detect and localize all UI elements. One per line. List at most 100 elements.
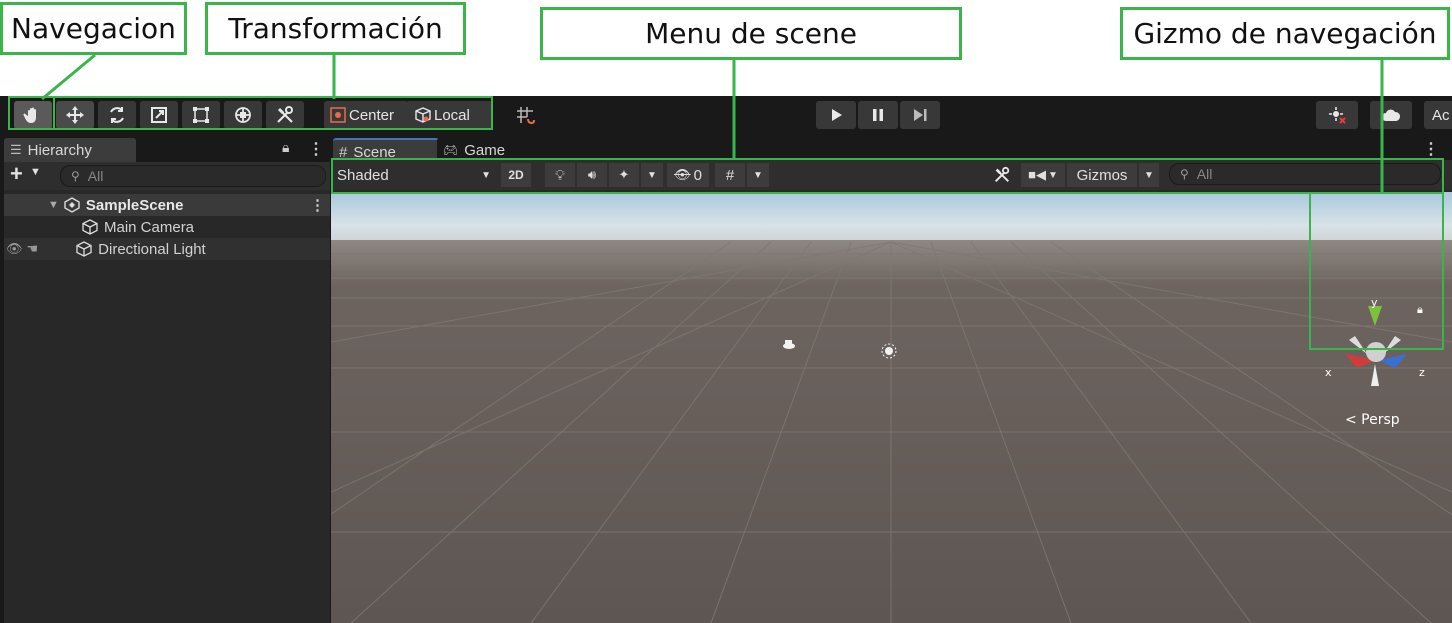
list-icon: ☰: [10, 142, 22, 157]
hidden-objects-toggle[interactable]: 👁︎ 0: [667, 163, 709, 187]
custom-tool-button[interactable]: [266, 101, 304, 129]
pause-button[interactable]: [858, 101, 898, 129]
hand-icon: [23, 107, 36, 123]
hierarchy-tab-bar: ☰ Hierarchy 🔒︎ ⋮: [4, 136, 330, 162]
unity-editor: Center Local Ac ☰ Hierarchy 🔒︎ ⋮ + ▼ ⚲ A…: [0, 96, 1452, 623]
grid-toggle[interactable]: #: [715, 163, 745, 187]
rotate-icon: [110, 107, 124, 123]
grid-snap-icon: [517, 107, 535, 125]
navigation-gizmo[interactable]: y x z < Persp: [1315, 296, 1435, 436]
effects-toggle[interactable]: ✦: [609, 163, 639, 187]
scene-search-input[interactable]: ⚲ All: [1169, 163, 1441, 185]
hierarchy-item-label: Directional Light: [98, 240, 206, 258]
step-icon: [914, 109, 927, 121]
pivot-local-button[interactable]: Local: [406, 101, 492, 129]
shading-mode-label: Shaded: [337, 166, 389, 184]
scene-search-placeholder: All: [1196, 166, 1213, 182]
callout-menu-scene: Menu de scene: [540, 7, 962, 60]
scene-tab-bar: # Scene 🎮︎ Game ⋮: [331, 136, 1452, 164]
rect-icon: [193, 107, 209, 123]
play-icon: [832, 109, 842, 121]
scene-row[interactable]: ▼ SampleScene ⋮: [4, 194, 330, 216]
account-button[interactable]: Ac: [1424, 101, 1452, 129]
hierarchy-search-placeholder: All: [87, 168, 104, 184]
main-toolbar: Center Local Ac: [0, 96, 1452, 136]
speaker-icon: 🔊︎: [587, 167, 597, 182]
kebab-menu-icon[interactable]: ⋮: [308, 139, 324, 159]
chevron-down-icon: ▼: [481, 169, 491, 181]
eye-hidden-icon: 👁︎: [674, 167, 691, 182]
tools-icon: [994, 166, 1010, 183]
lock-icon[interactable]: 🔒︎: [282, 139, 289, 156]
hand-tool-button[interactable]: [14, 101, 52, 129]
tab-game[interactable]: 🎮︎ Game: [437, 138, 533, 162]
visibility-eye-icon[interactable]: 👁︎: [6, 241, 23, 257]
toggle-2d-button[interactable]: 2D: [501, 163, 531, 187]
scene-tools-button[interactable]: [987, 163, 1017, 187]
hierarchy-search-input[interactable]: ⚲ All: [60, 165, 326, 187]
tab-game-label: Game: [464, 141, 506, 159]
expand-arrow-icon[interactable]: ▼: [48, 199, 59, 211]
grid-dropdown[interactable]: ▼: [747, 163, 769, 187]
cube-icon: [76, 241, 92, 257]
search-icon: ⚲: [71, 169, 80, 183]
camera-settings-button[interactable]: ■◀ ▼: [1021, 163, 1065, 187]
projection-label[interactable]: < Persp: [1345, 412, 1400, 428]
gizmos-label: Gizmos: [1076, 166, 1128, 184]
scene-menu-icon[interactable]: ⋮: [310, 196, 325, 214]
add-dropdown-icon[interactable]: ▼: [30, 166, 41, 178]
gizmo-y-label: y: [1371, 296, 1378, 309]
callout-navegacion: Navegacion: [0, 2, 187, 55]
gizmos-button[interactable]: Gizmos: [1067, 163, 1137, 187]
callout-gizmo: Gizmo de navegación: [1120, 7, 1450, 60]
audio-toggle[interactable]: 🔊︎: [577, 163, 607, 187]
grid-icon: #: [339, 143, 348, 161]
pivot-local-label: Local: [434, 106, 470, 124]
add-object-button[interactable]: +: [10, 163, 23, 185]
hidden-count: 0: [693, 166, 702, 184]
pivot-center-icon: [330, 107, 346, 123]
rect-tool-button[interactable]: [182, 101, 220, 129]
transform-tool-button[interactable]: [224, 101, 262, 129]
transform-icon: [235, 107, 251, 123]
lightbulb-icon: 💡︎: [555, 166, 565, 183]
cloud-button[interactable]: [1370, 101, 1412, 129]
play-button[interactable]: [816, 101, 856, 129]
toggle-2d-label: 2D: [508, 168, 524, 182]
search-icon: ⚲: [1180, 167, 1189, 181]
chevron-down-icon: ▼: [1047, 169, 1058, 181]
lighting-toggle[interactable]: 💡︎: [545, 163, 575, 187]
tab-hierarchy[interactable]: ☰ Hierarchy: [4, 138, 136, 162]
cube-icon: [82, 219, 98, 235]
tab-hierarchy-label: Hierarchy: [27, 141, 92, 159]
effects-dropdown[interactable]: ▼: [641, 163, 663, 187]
account-label: Ac: [1432, 106, 1450, 124]
collab-icon: [1329, 107, 1346, 124]
callout-transformacion: Transformación: [205, 2, 466, 55]
grid-y-icon: #: [725, 166, 735, 184]
collab-button[interactable]: [1316, 101, 1358, 129]
move-tool-button[interactable]: [56, 101, 94, 129]
step-button[interactable]: [900, 101, 940, 129]
shading-mode-dropdown[interactable]: Shaded ▼: [335, 163, 495, 187]
rotate-tool-button[interactable]: [98, 101, 136, 129]
scene-panel-menu-icon[interactable]: ⋮: [1423, 139, 1439, 159]
chevron-down-icon: ▼: [647, 169, 657, 181]
tools-icon: [277, 106, 293, 123]
hierarchy-item[interactable]: Main Camera: [4, 216, 330, 238]
gizmo-lock-icon[interactable]: 🔒︎: [1417, 304, 1423, 317]
pivot-center-button[interactable]: Center: [324, 101, 408, 129]
gizmo-y-axis[interactable]: [1368, 306, 1382, 326]
grid-snap-button[interactable]: [508, 101, 542, 129]
hierarchy-item[interactable]: 👁︎ ☚ Directional Light: [4, 238, 330, 260]
pickable-hand-icon[interactable]: ☚: [27, 241, 39, 257]
tab-scene-label: Scene: [353, 143, 396, 161]
unity-scene-icon: [64, 197, 80, 213]
effects-icon: ✦: [618, 167, 630, 182]
scale-tool-button[interactable]: [140, 101, 178, 129]
move-icon: [66, 106, 84, 124]
hierarchy-item-label: Main Camera: [104, 218, 195, 236]
gizmos-dropdown[interactable]: ▼: [1139, 163, 1159, 187]
scene-viewport[interactable]: [331, 192, 1452, 623]
pause-icon: [873, 109, 883, 121]
